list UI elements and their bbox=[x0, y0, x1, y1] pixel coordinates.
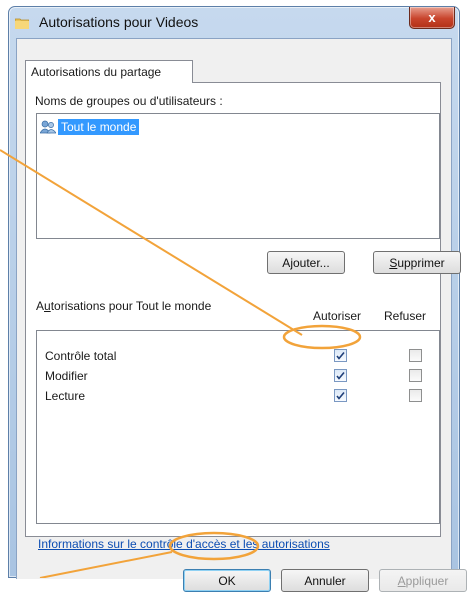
groups-label: Noms de groupes ou d'utilisateurs : bbox=[35, 94, 223, 108]
list-item-label: Tout le monde bbox=[58, 118, 140, 135]
allow-column-header: Autoriser bbox=[313, 309, 362, 323]
permission-name: Modifier bbox=[45, 369, 88, 383]
cancel-button[interactable]: Annuler bbox=[281, 569, 369, 592]
allow-checkbox-modify[interactable] bbox=[334, 369, 347, 382]
close-button[interactable]: x bbox=[409, 7, 455, 29]
deny-column-header: Refuser bbox=[384, 309, 427, 323]
list-item[interactable]: Tout le monde bbox=[40, 118, 140, 135]
folder-icon bbox=[15, 18, 29, 29]
permissions-list: Contrôle total Modifier Lecture bbox=[36, 330, 440, 524]
remove-button[interactable]: Supprimer bbox=[373, 251, 461, 274]
dialog-client-area: Autorisations du partage Noms de groupes… bbox=[16, 38, 467, 592]
allow-checkbox-full-control[interactable] bbox=[334, 349, 347, 362]
permission-row-full-control: Contrôle total bbox=[37, 347, 439, 367]
close-icon: x bbox=[428, 10, 436, 25]
users-icon bbox=[40, 120, 56, 133]
ok-button[interactable]: OK bbox=[183, 569, 271, 592]
access-control-info-link[interactable]: Informations sur le contrôle d'accès et … bbox=[38, 537, 330, 551]
deny-checkbox-modify[interactable] bbox=[409, 369, 422, 382]
permissions-dialog: Autorisations pour Videos x Autorisation… bbox=[8, 6, 467, 592]
checkmark-icon bbox=[336, 391, 345, 400]
tab-sharing-permissions[interactable]: Autorisations du partage bbox=[25, 60, 193, 83]
permission-name: Lecture bbox=[45, 389, 86, 403]
deny-checkbox-read[interactable] bbox=[409, 389, 422, 402]
deny-checkbox-full-control[interactable] bbox=[409, 349, 422, 362]
permission-row-modify: Modifier bbox=[37, 367, 439, 387]
add-button[interactable]: Aj outer... bbox=[267, 251, 345, 274]
allow-checkbox-read[interactable] bbox=[334, 389, 347, 402]
checkmark-icon bbox=[336, 351, 345, 360]
window-title: Autorisations pour Videos bbox=[39, 14, 199, 30]
apply-button[interactable]: Appliquer bbox=[379, 569, 467, 592]
checkmark-icon bbox=[336, 371, 345, 380]
users-listbox[interactable]: Tout le monde bbox=[36, 113, 440, 239]
permission-row-read: Lecture bbox=[37, 387, 439, 407]
permission-name: Contrôle total bbox=[45, 349, 117, 363]
permissions-label: Autorisations pour Tout le monde bbox=[36, 299, 212, 313]
title-bar: Autorisations pour Videos x bbox=[9, 7, 459, 39]
